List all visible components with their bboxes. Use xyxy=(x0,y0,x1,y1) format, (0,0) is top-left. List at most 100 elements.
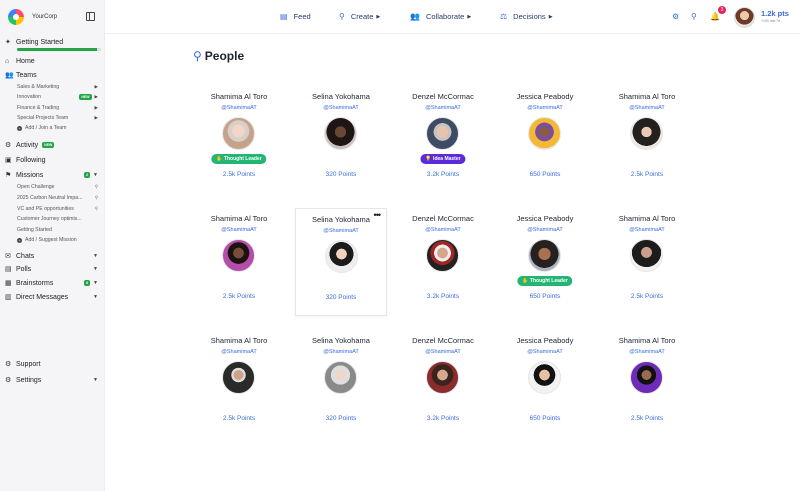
person-avatar[interactable] xyxy=(528,117,561,150)
person-card[interactable]: Selina Yokohama @ShamimaAT 320 Points ••• xyxy=(295,208,387,316)
bell-icon[interactable]: 🔔 xyxy=(710,12,720,21)
person-name[interactable]: Shamima Al Toro xyxy=(601,336,693,345)
person-name[interactable]: Jessica Peabody xyxy=(499,214,591,223)
person-handle[interactable]: @ShamimaAT xyxy=(295,349,387,355)
person-handle[interactable]: @ShamimaAT xyxy=(193,349,285,355)
person-avatar[interactable] xyxy=(324,361,357,394)
sidebar-item-settings[interactable]: ⚙ Settings ▼ xyxy=(5,376,98,385)
person-card[interactable]: Shamima Al Toro @ShamimaAT 2.5k Points xyxy=(601,330,693,438)
mission-item[interactable]: Open Challenge ⚲ xyxy=(17,184,98,190)
more-options-icon[interactable]: ••• xyxy=(374,210,382,220)
person-name[interactable]: Jessica Peabody xyxy=(499,336,591,345)
person-avatar[interactable] xyxy=(426,239,459,272)
person-name[interactable]: Jessica Peabody xyxy=(499,92,591,101)
person-avatar[interactable] xyxy=(222,239,255,272)
person-name[interactable]: Denzel McCormac xyxy=(397,336,489,345)
person-handle[interactable]: @ShamimaAT xyxy=(499,349,591,355)
sidebar-item-home[interactable]: ⌂ Home xyxy=(5,58,98,65)
mission-item[interactable]: 2025 Carbon Neutral Impa... ⚲ xyxy=(17,195,98,201)
person-card[interactable]: Jessica Peabody @ShamimaAT ✋ Thought Leade… xyxy=(499,208,591,316)
person-card[interactable]: Denzel McCormac @ShamimaAT 3.2k Points xyxy=(397,208,489,316)
person-card[interactable]: Jessica Peabody @ShamimaAT 650 Points xyxy=(499,330,591,438)
nav-collaborate[interactable]: 👥 Collaborate ▶ xyxy=(410,12,471,21)
sidebar-item-teams[interactable]: 👥 Teams xyxy=(5,71,98,80)
pin-icon[interactable]: ⚲ xyxy=(95,206,98,212)
person-card[interactable]: Shamima Al Toro @ShamimaAT ✋ Thought Leade… xyxy=(193,86,285,194)
search-icon[interactable]: ⚲ xyxy=(691,12,697,21)
team-finance-trading[interactable]: Finance & Trading ▶ xyxy=(17,105,98,111)
sidebar-item-support[interactable]: ⚙ Support xyxy=(5,360,98,369)
user-avatar[interactable] xyxy=(734,7,755,28)
person-avatar[interactable] xyxy=(630,239,663,272)
person-handle[interactable]: @ShamimaAT xyxy=(499,227,591,233)
person-card[interactable]: Denzel McCormac @ShamimaAT 3.2k Points xyxy=(397,330,489,438)
sidebar-item-chats[interactable]: ✉ Chats ▼ xyxy=(5,252,98,261)
sidebar-item-missions[interactable]: ⚑ Missions 2 ▼ xyxy=(5,171,98,180)
person-handle[interactable]: @ShamimaAT xyxy=(397,105,489,111)
person-handle[interactable]: @ShamimaAT xyxy=(601,227,693,233)
team-innovation[interactable]: Innovation NEW ▶ xyxy=(17,94,98,100)
team-special-projects[interactable]: Special Projects Team ▶ xyxy=(17,115,98,121)
person-name[interactable]: Selina Yokohama xyxy=(296,215,386,224)
mission-item[interactable]: Getting Started xyxy=(17,227,98,233)
person-name[interactable]: Selina Yokohama xyxy=(295,92,387,101)
person-card[interactable]: Shamima Al Toro @ShamimaAT 2.5k Points xyxy=(601,86,693,194)
team-sales-marketing[interactable]: Sales & Marketing ▶ xyxy=(17,84,98,90)
sidebar: YourCorp ✦ Getting Started ⌂ Home 👥 Team… xyxy=(0,0,105,491)
person-avatar[interactable] xyxy=(426,361,459,394)
person-name[interactable]: Selina Yokohama xyxy=(295,336,387,345)
mission-item[interactable]: VC and PE opportunities ⚲ xyxy=(17,206,98,212)
person-avatar[interactable] xyxy=(222,361,255,394)
nav-create[interactable]: ⚲ Create ▶ xyxy=(339,12,380,21)
person-card[interactable]: Shamima Al Toro @ShamimaAT 2.5k Points xyxy=(193,208,285,316)
sidebar-item-activity[interactable]: ⚙ Activity NEW xyxy=(5,141,98,149)
person-name[interactable]: Shamima Al Toro xyxy=(601,214,693,223)
person-avatar[interactable] xyxy=(630,361,663,394)
person-handle[interactable]: @ShamimaAT xyxy=(296,228,386,234)
person-name[interactable]: Shamima Al Toro xyxy=(601,92,693,101)
thought-leader-badge: ✋ Thought Leader xyxy=(211,154,267,164)
person-handle[interactable]: @ShamimaAT xyxy=(499,105,591,111)
person-handle[interactable]: @ShamimaAT xyxy=(601,105,693,111)
nav-feed[interactable]: ▤ Feed xyxy=(280,12,311,21)
person-card[interactable]: Shamima Al Toro @ShamimaAT 2.5k Points xyxy=(193,330,285,438)
person-name[interactable]: Denzel McCormac xyxy=(397,92,489,101)
sidebar-item-following[interactable]: ▣ Following xyxy=(5,156,98,165)
pin-icon[interactable]: ⚲ xyxy=(95,184,98,190)
add-suggest-mission-button[interactable]: + Add / Suggest Mission xyxy=(17,237,98,243)
person-avatar[interactable] xyxy=(222,117,255,150)
person-handle[interactable]: @ShamimaAT xyxy=(397,349,489,355)
nav-decisions[interactable]: ⚖ Decisions ▶ xyxy=(500,12,553,21)
person-card[interactable]: Jessica Peabody @ShamimaAT 650 Points xyxy=(499,86,591,194)
getting-started[interactable]: ✦ Getting Started xyxy=(5,38,101,51)
person-name[interactable]: Denzel McCormac xyxy=(397,214,489,223)
person-handle[interactable]: @ShamimaAT xyxy=(295,105,387,111)
settings-icon[interactable]: ⚙ xyxy=(672,12,679,21)
person-name[interactable]: Shamima Al Toro xyxy=(193,92,285,101)
person-avatar[interactable] xyxy=(528,361,561,394)
add-join-team-button[interactable]: + Add / Join a Team xyxy=(17,125,98,131)
mission-item[interactable]: Customer Journey optimis... xyxy=(17,216,98,222)
person-card[interactable]: Denzel McCormac @ShamimaAT 💡 Idea Master 3.… xyxy=(397,86,489,194)
person-card[interactable]: Selina Yokohama @ShamimaAT 320 Points xyxy=(295,86,387,194)
person-card[interactable]: Shamima Al Toro @ShamimaAT 2.5k Points xyxy=(601,208,693,316)
person-avatar[interactable] xyxy=(528,239,561,272)
brand[interactable]: YourCorp xyxy=(8,9,57,25)
person-name[interactable]: Shamima Al Toro xyxy=(193,336,285,345)
sidebar-item-brainstorms[interactable]: ▦ Brainstorms 6 ▼ xyxy=(5,279,98,288)
pin-icon[interactable]: ⚲ xyxy=(95,195,98,201)
person-avatar[interactable] xyxy=(325,240,358,273)
chevron-down-icon: ▼ xyxy=(93,280,98,286)
sidebar-item-polls[interactable]: ▤ Polls ▼ xyxy=(5,265,98,274)
person-avatar[interactable] xyxy=(426,117,459,150)
person-handle[interactable]: @ShamimaAT xyxy=(397,227,489,233)
person-name[interactable]: Shamima Al Toro xyxy=(193,214,285,223)
person-avatar[interactable] xyxy=(630,117,663,150)
person-card[interactable]: Selina Yokohama @ShamimaAT 320 Points xyxy=(295,330,387,438)
person-handle[interactable]: @ShamimaAT xyxy=(193,105,285,111)
collapse-sidebar-icon[interactable] xyxy=(86,12,95,21)
person-handle[interactable]: @ShamimaAT xyxy=(601,349,693,355)
person-handle[interactable]: @ShamimaAT xyxy=(193,227,285,233)
sidebar-item-direct-messages[interactable]: ▥ Direct Messages ▼ xyxy=(5,293,98,302)
person-avatar[interactable] xyxy=(324,117,357,150)
